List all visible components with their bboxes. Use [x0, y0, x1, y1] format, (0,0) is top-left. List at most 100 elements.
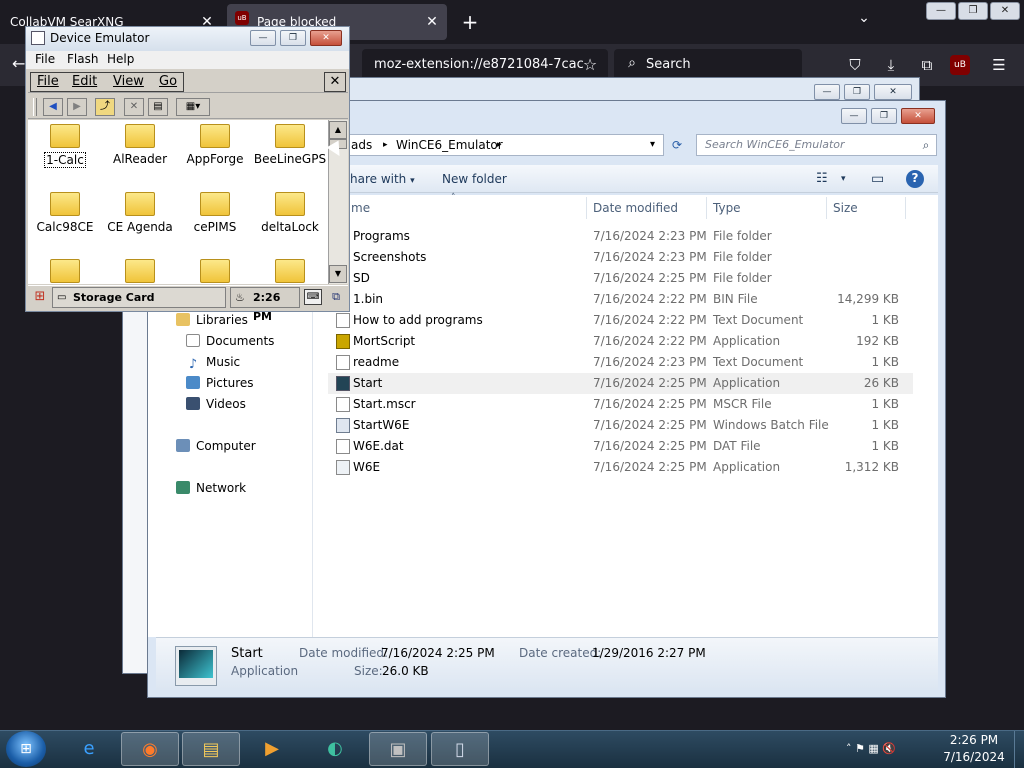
scroll-up-icon[interactable]: ▲ [329, 121, 347, 139]
column-header-size[interactable]: Size [833, 201, 858, 215]
column-divider[interactable] [826, 197, 827, 219]
keyboard-icon[interactable]: ⌨ [304, 289, 322, 305]
table-row[interactable]: W6E.dat 7/16/2024 2:25 PM DAT File 1 KB [328, 436, 913, 457]
close-button[interactable]: ✕ [901, 108, 935, 124]
ce-start-icon[interactable]: ⊞ [31, 288, 49, 306]
ce-menu-file[interactable]: File [37, 74, 59, 89]
maximize-button[interactable]: ❐ [280, 30, 306, 46]
ce-folder-item[interactable] [252, 255, 328, 283]
start-button[interactable]: ⊞ [6, 731, 46, 767]
forward-icon[interactable]: ▶ [67, 98, 87, 116]
toolbar-grip[interactable] [33, 98, 37, 116]
ce-folder-item[interactable] [177, 255, 253, 283]
address-bar[interactable]: ads ▸ WinCE6_Emulator ▸ ▾ [340, 134, 664, 156]
nav-pictures[interactable]: Pictures [186, 373, 254, 393]
maximize-button[interactable]: ❐ [958, 2, 988, 20]
ce-folder-item[interactable] [27, 255, 103, 283]
column-divider[interactable] [706, 197, 707, 219]
firefox-taskbar-icon[interactable]: ◉ [121, 732, 179, 766]
show-desktop-button[interactable] [1014, 731, 1024, 768]
breadcrumb-downloads[interactable]: ads [351, 135, 372, 155]
view-menu-icon[interactable]: ▦▾ [176, 98, 210, 116]
tab-close-icon[interactable]: ✕ [422, 4, 442, 40]
ce-folder-item[interactable]: BeeLineGPS [252, 120, 328, 180]
pocket-icon[interactable]: ⛉ [842, 52, 868, 78]
close-button[interactable]: ✕ [874, 84, 912, 100]
close-button[interactable]: ✕ [990, 2, 1020, 20]
list-all-tabs-icon[interactable]: ⌄ [852, 10, 876, 34]
media-player-taskbar-icon[interactable]: ▶ [243, 732, 301, 766]
table-row[interactable]: Programs 7/16/2024 2:23 PM File folder [328, 226, 913, 247]
extensions-icon[interactable]: ⧉ [914, 52, 940, 78]
table-row[interactable]: readme 7/16/2024 2:23 PM Text Document 1 KB [328, 352, 913, 373]
bookmark-star-icon[interactable]: ☆ [578, 51, 602, 79]
notification-area[interactable]: ˄ ⚑ ▦ 🔇 [846, 740, 936, 758]
minimize-button[interactable]: — [814, 84, 840, 100]
maximize-button[interactable]: ❐ [844, 84, 870, 100]
refresh-icon[interactable]: ⟳ [666, 134, 688, 156]
table-row[interactable]: 1.bin 7/16/2024 2:22 PM BIN File 14,299 KB [328, 289, 913, 310]
nav-network[interactable]: Network [176, 478, 246, 498]
table-row[interactable]: Screenshots 7/16/2024 2:23 PM File folder [328, 247, 913, 268]
breadcrumb-wince6-emulator[interactable]: WinCE6_Emulator [396, 135, 503, 155]
ce-folder-item[interactable]: 1-Calc [27, 120, 103, 180]
menu-help[interactable]: Help [107, 52, 134, 66]
taskbar-clock-date[interactable]: 7/16/2024 [936, 750, 1012, 765]
ce-folder-item[interactable] [102, 255, 178, 283]
table-row[interactable]: Start.mscr 7/16/2024 2:25 PM MSCR File 1 KB [328, 394, 913, 415]
ce-close-button[interactable]: ✕ [324, 72, 346, 92]
ce-folder-item[interactable]: AppForge [177, 120, 253, 180]
back-icon[interactable]: ◀ [43, 98, 63, 116]
new-folder-button[interactable]: New folder [442, 171, 507, 187]
ce-clock[interactable]: ♨ 2:26 PM [230, 287, 300, 323]
column-divider[interactable] [905, 197, 906, 219]
breadcrumb-separator-icon[interactable]: ▸ [497, 135, 502, 155]
up-folder-icon[interactable]: ⤴ [95, 98, 115, 116]
maximize-button[interactable]: ❐ [871, 108, 897, 124]
menu-file[interactable]: File [35, 52, 55, 66]
menu-flash[interactable]: Flash [67, 52, 98, 66]
ce-menu-view[interactable]: View [113, 74, 144, 89]
scroll-down-icon[interactable]: ▼ [329, 265, 347, 283]
table-row[interactable]: W6E 7/16/2024 2:25 PM Application 1,312 KB [328, 457, 913, 478]
ce-folder-item[interactable]: Calc98CE [27, 188, 103, 248]
emulator-taskbar-icon[interactable]: ▯ [431, 732, 489, 766]
column-header-name[interactable]: me [351, 201, 370, 215]
table-row[interactable]: MortScript 7/16/2024 2:22 PM Application 19… [328, 331, 913, 352]
table-row[interactable]: How to add programs 7/16/2024 2:22 PM Text… [328, 310, 913, 331]
change-view-icon[interactable]: ☷ [816, 171, 828, 187]
share-with-button[interactable]: hare with ▾ [350, 171, 415, 187]
taskbar-clock-time[interactable]: 2:26 PM [936, 733, 1012, 748]
remote-taskbar-icon[interactable]: ▣ [369, 732, 427, 766]
ie-taskbar-icon[interactable]: e [60, 732, 118, 766]
nav-music[interactable]: ♪ Music [186, 352, 240, 372]
nav-videos[interactable]: Videos [186, 394, 246, 414]
column-header-date-modified[interactable]: Date modified [593, 201, 678, 215]
minimize-button[interactable]: — [841, 108, 867, 124]
chevron-down-icon[interactable]: ▾ [841, 171, 846, 187]
close-button[interactable]: ✕ [310, 30, 342, 46]
ublock-icon[interactable]: uB [950, 55, 970, 75]
table-row[interactable]: StartW6E 7/16/2024 2:25 PM Windows Batch F… [328, 415, 913, 436]
search-input[interactable]: Search WinCE6_Emulator [696, 134, 937, 156]
ce-folder-item[interactable]: CE Agenda [102, 188, 178, 248]
menu-icon[interactable]: ☰ [986, 52, 1012, 78]
ce-folder-item[interactable]: AlReader [102, 120, 178, 180]
nav-documents[interactable]: Documents [186, 331, 274, 351]
table-row[interactable]: SD 7/16/2024 2:25 PM File folder [328, 268, 913, 289]
app-taskbar-icon[interactable]: ◐ [306, 732, 364, 766]
explorer-taskbar-icon[interactable]: ▤ [182, 732, 240, 766]
breadcrumb-separator-icon[interactable]: ▸ [383, 135, 388, 155]
ce-folder-item[interactable]: deltaLock [252, 188, 328, 248]
download-icon[interactable]: ⤓ [878, 52, 904, 78]
minimize-button[interactable]: — [926, 2, 956, 20]
help-icon[interactable]: ? [906, 170, 924, 188]
column-header-type[interactable]: Type [713, 201, 741, 215]
ce-menu-edit[interactable]: Edit [72, 74, 97, 89]
minimize-button[interactable]: — [250, 30, 276, 46]
ce-folder-item[interactable]: cePIMS [177, 188, 253, 248]
delete-icon[interactable]: ✕ [124, 98, 144, 116]
nav-libraries[interactable]: Libraries [176, 310, 248, 330]
column-divider[interactable] [586, 197, 587, 219]
ce-menu-go[interactable]: Go [159, 74, 177, 89]
